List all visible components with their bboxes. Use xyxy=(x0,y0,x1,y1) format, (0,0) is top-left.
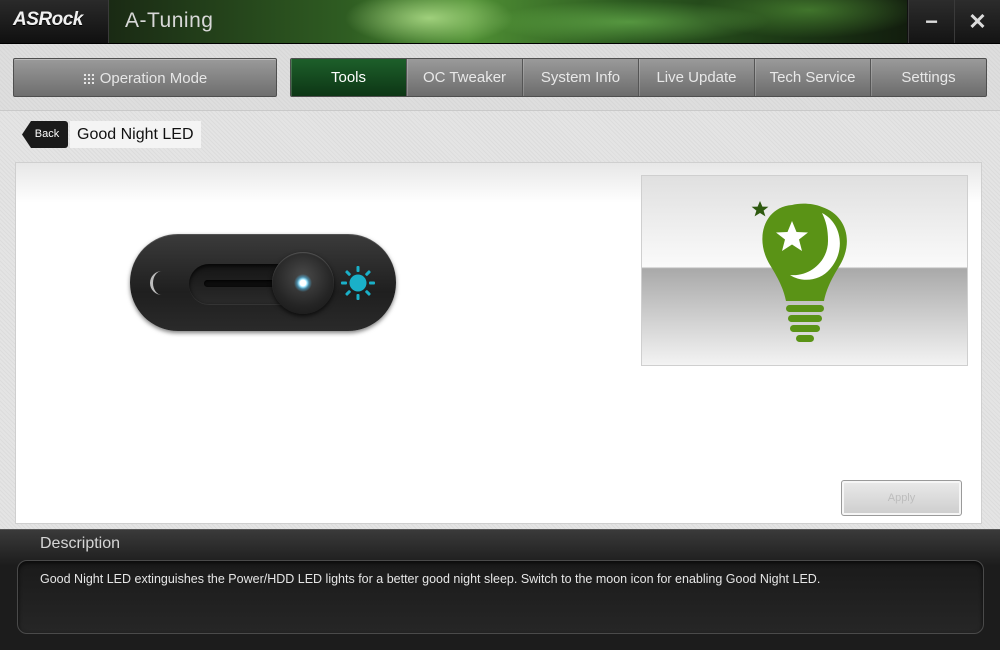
knob-indicator-light xyxy=(294,274,312,292)
grid-icon xyxy=(82,73,94,84)
close-button[interactable]: ✕ xyxy=(954,0,1000,43)
tab-oc-tweaker[interactable]: OC Tweaker xyxy=(407,59,523,96)
close-icon: ✕ xyxy=(968,9,987,34)
description-heading: Description xyxy=(40,535,121,552)
page-title: Good Night LED xyxy=(70,121,201,148)
tab-tools[interactable]: Tools xyxy=(291,59,407,96)
operation-mode-button[interactable]: Operation Mode xyxy=(13,58,277,97)
tab-settings[interactable]: Settings xyxy=(871,59,986,96)
main-tabs: Tools OC Tweaker System Info Live Update… xyxy=(290,58,987,97)
app-title: A-Tuning xyxy=(125,9,214,32)
asrock-logo: ASRock xyxy=(0,0,109,43)
apply-button[interactable]: Apply xyxy=(841,480,962,516)
tab-system-info[interactable]: System Info xyxy=(523,59,639,96)
title-banner: A-Tuning xyxy=(109,0,907,43)
description-text: Good Night LED extinguishes the Power/HD… xyxy=(40,572,821,586)
back-button[interactable]: Back xyxy=(22,121,68,148)
night-bulb-icon xyxy=(751,201,847,342)
minimize-icon: − xyxy=(925,9,938,34)
sun-icon[interactable] xyxy=(337,262,379,304)
tab-live-update[interactable]: Live Update xyxy=(639,59,755,96)
minimize-button[interactable]: − xyxy=(908,0,954,43)
tab-tech-service[interactable]: Tech Service xyxy=(755,59,871,96)
brand-text: ASRock xyxy=(13,9,83,30)
title-bar: ASRock A-Tuning − ✕ xyxy=(0,0,1000,44)
operation-mode-label: Operation Mode xyxy=(99,70,208,87)
moon-icon[interactable] xyxy=(146,270,170,296)
nav-bar: Operation Mode Tools OC Tweaker System I… xyxy=(0,44,1000,111)
